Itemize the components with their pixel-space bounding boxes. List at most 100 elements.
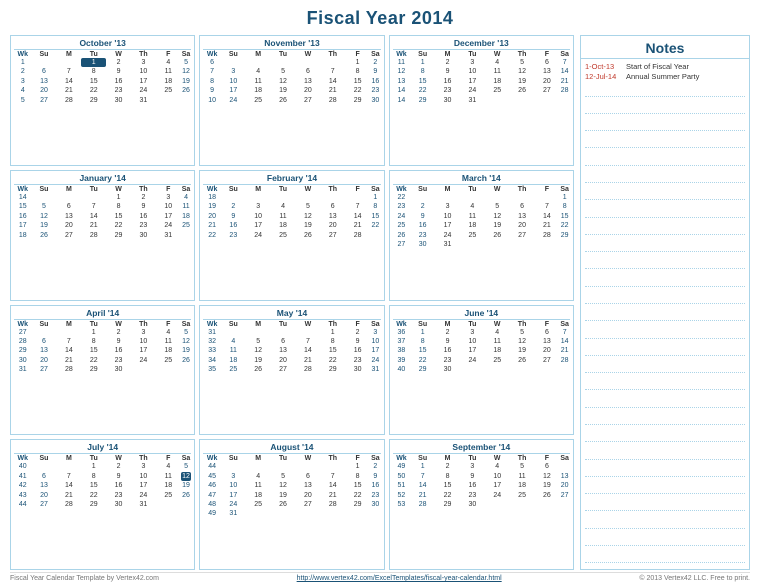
cal-cell: 27 bbox=[559, 491, 570, 500]
cal-header: Sa bbox=[181, 455, 192, 462]
cal-header: Wk bbox=[203, 51, 221, 58]
cal-cell: 1 bbox=[320, 328, 345, 337]
cal-cell: 22 bbox=[81, 491, 106, 500]
cal-cell bbox=[295, 328, 320, 337]
cal-cell: 14 bbox=[14, 193, 32, 202]
mini-calendar: January '14WkSuMTuWThFSa1412341556789101… bbox=[10, 170, 195, 301]
cal-header: M bbox=[246, 186, 271, 193]
cal-cell: 17 bbox=[460, 346, 485, 355]
cal-cell bbox=[485, 96, 510, 105]
cal-cell: 19 bbox=[510, 346, 535, 355]
cal-cell: 3 bbox=[370, 328, 381, 337]
cal-cell: 2 bbox=[410, 202, 435, 211]
cal-cell: 23 bbox=[393, 202, 411, 211]
cal-header: Th bbox=[131, 51, 156, 58]
cal-header: W bbox=[106, 455, 131, 462]
cal-cell: 5 bbox=[510, 58, 535, 67]
cal-header: Th bbox=[131, 186, 156, 193]
note-entry: 12-Jul-14Annual Summer Party bbox=[585, 72, 745, 81]
cal-cell: 20 bbox=[295, 86, 320, 95]
cal-cell: 23 bbox=[106, 86, 131, 95]
cal-cell: 25 bbox=[156, 86, 181, 95]
cal-cell bbox=[181, 500, 192, 509]
cal-title: May '14 bbox=[203, 308, 380, 318]
cal-header: W bbox=[485, 455, 510, 462]
cal-cell: 5 bbox=[510, 328, 535, 337]
cal-cell: 10 bbox=[131, 472, 156, 481]
cal-cell bbox=[156, 365, 181, 374]
cal-header: W bbox=[295, 186, 320, 193]
cal-cell: 21 bbox=[559, 77, 570, 86]
cal-cell: 16 bbox=[370, 77, 381, 86]
cal-header: Th bbox=[131, 455, 156, 462]
cal-cell: 13 bbox=[535, 67, 560, 76]
note-line bbox=[585, 413, 745, 425]
cal-cell: 16 bbox=[410, 221, 435, 230]
cal-cell: 12 bbox=[510, 67, 535, 76]
cal-cell: 18 bbox=[181, 212, 192, 221]
cal-cell: 2 bbox=[131, 193, 156, 202]
cal-cell: 31 bbox=[370, 365, 381, 374]
cal-cell bbox=[559, 500, 570, 509]
cal-cell: 15 bbox=[559, 212, 570, 221]
cal-cell: 26 bbox=[485, 231, 510, 240]
cal-cell: 30 bbox=[106, 500, 131, 509]
cal-cell: 21 bbox=[410, 491, 435, 500]
cal-cell bbox=[246, 462, 271, 471]
cal-cell bbox=[271, 509, 296, 518]
cal-cell: 20 bbox=[510, 221, 535, 230]
cal-cell: 13 bbox=[393, 77, 411, 86]
cal-cell: 17 bbox=[370, 346, 381, 355]
note-line bbox=[585, 309, 745, 321]
cal-cell: 21 bbox=[56, 491, 81, 500]
cal-cell: 21 bbox=[56, 86, 81, 95]
cal-header: Tu bbox=[81, 51, 106, 58]
cal-cell: 10 bbox=[485, 472, 510, 481]
cal-cell: 3 bbox=[156, 193, 181, 202]
cal-cell: 11 bbox=[510, 472, 535, 481]
cal-cell: 7 bbox=[56, 337, 81, 346]
cal-cell: 8 bbox=[81, 472, 106, 481]
cal-cell: 22 bbox=[410, 356, 435, 365]
cal-title: August '14 bbox=[203, 442, 380, 452]
cal-cell: 4 bbox=[156, 462, 181, 471]
cal-header: M bbox=[246, 51, 271, 58]
cal-cell: 14 bbox=[320, 77, 345, 86]
cal-cell: 19 bbox=[203, 202, 221, 211]
cal-cell: 1 bbox=[410, 58, 435, 67]
cal-cell bbox=[559, 96, 570, 105]
note-line bbox=[585, 136, 745, 148]
cal-header: W bbox=[106, 321, 131, 328]
cal-header: F bbox=[535, 186, 560, 193]
cal-cell: 2 bbox=[435, 328, 460, 337]
cal-header: F bbox=[345, 455, 370, 462]
cal-cell: 35 bbox=[203, 365, 221, 374]
cal-header: M bbox=[56, 51, 81, 58]
cal-cell bbox=[320, 58, 345, 67]
cal-cell: 14 bbox=[295, 346, 320, 355]
cal-cell: 20 bbox=[271, 356, 296, 365]
cal-cell bbox=[559, 365, 570, 374]
note-line bbox=[585, 188, 745, 200]
cal-header: F bbox=[156, 321, 181, 328]
cal-cell: 9 bbox=[370, 472, 381, 481]
note-line bbox=[585, 551, 745, 563]
cal-cell: 22 bbox=[81, 86, 106, 95]
cal-title: July '14 bbox=[14, 442, 191, 452]
cal-cell: 9 bbox=[370, 67, 381, 76]
cal-cell: 10 bbox=[435, 212, 460, 221]
cal-cell: 18 bbox=[485, 346, 510, 355]
cal-cell: 2 bbox=[370, 58, 381, 67]
cal-cell: 2 bbox=[345, 328, 370, 337]
cal-cell bbox=[271, 462, 296, 471]
cal-cell: 17 bbox=[131, 346, 156, 355]
cal-title: December '13 bbox=[393, 38, 570, 48]
cal-grid: WkSuMTuWThFSa271234528678910111229131415… bbox=[14, 321, 191, 375]
cal-header: Tu bbox=[271, 321, 296, 328]
cal-cell: 2 bbox=[14, 67, 32, 76]
cal-cell: 8 bbox=[320, 337, 345, 346]
cal-cell: 24 bbox=[435, 231, 460, 240]
cal-cell: 29 bbox=[345, 500, 370, 509]
cal-cell: 15 bbox=[345, 77, 370, 86]
note-line bbox=[585, 430, 745, 442]
